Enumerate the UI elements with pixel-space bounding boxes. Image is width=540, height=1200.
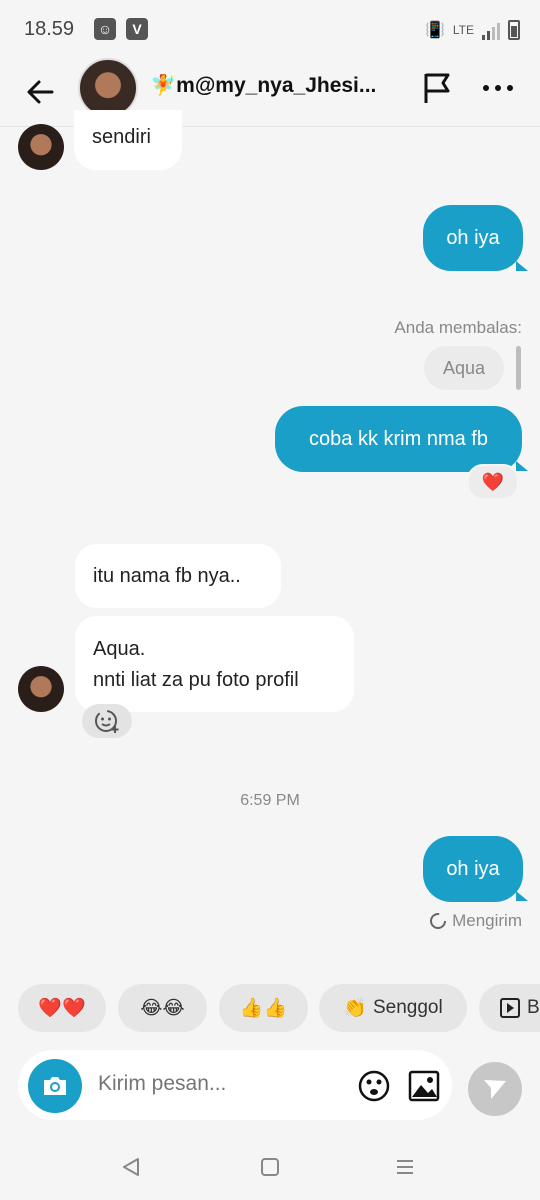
message-line: Aqua.	[93, 638, 146, 660]
status-icons: 📳 LTE	[425, 18, 520, 42]
v-app-notification-icon: V	[126, 18, 148, 40]
quick-reply-senggol[interactable]: 👏 Senggol	[319, 984, 467, 1032]
status-bar: 18.59 ☺ V 📳 LTE	[0, 0, 540, 58]
heart-reaction[interactable]: ❤️	[467, 464, 519, 500]
send-button[interactable]	[468, 1062, 522, 1116]
clap-icon: 👏	[343, 998, 367, 1019]
battery-icon	[508, 20, 520, 40]
sender-avatar[interactable]	[18, 124, 64, 170]
nav-home-icon[interactable]	[259, 1156, 281, 1178]
signal-icon	[482, 20, 500, 40]
image-icon[interactable]	[408, 1070, 440, 1102]
timestamp-separator: 6:59 PM	[240, 792, 300, 809]
chip-label: Senggol	[372, 997, 443, 1018]
quick-reply-hearts[interactable]: ❤️❤️	[18, 984, 106, 1032]
add-reaction-icon	[95, 710, 119, 733]
more-icon[interactable]	[480, 72, 516, 104]
sending-label: Mengirim	[452, 911, 522, 930]
flag-icon[interactable]	[420, 70, 456, 106]
status-time: 18.59	[24, 18, 75, 40]
reply-quote[interactable]: Aqua	[424, 346, 504, 390]
message-line: nnti liat za pu foto profil	[93, 669, 299, 691]
nav-menu-icon[interactable]	[394, 1156, 416, 1178]
message-composer	[18, 1050, 452, 1120]
network-type: LTE	[452, 23, 474, 37]
sending-status: Mengirim	[428, 911, 522, 931]
camera-button[interactable]	[28, 1059, 82, 1113]
reply-indicator-bar	[516, 346, 521, 390]
add-reaction-button[interactable]	[82, 704, 132, 738]
bubble-tail	[516, 261, 528, 271]
outgoing-message[interactable]: oh iya	[423, 205, 523, 271]
reply-label: Anda membalas:	[394, 318, 522, 337]
system-nav-bar	[0, 1136, 540, 1200]
quick-reply-video[interactable]: B	[479, 984, 540, 1032]
vibrate-icon: 📳	[424, 22, 445, 39]
bubble-tail	[516, 461, 528, 471]
bubble-tail	[516, 891, 528, 901]
incoming-message[interactable]: itu nama fb nya..	[75, 544, 281, 608]
incoming-message[interactable]: sendiri	[74, 110, 182, 170]
incoming-message[interactable]: Aqua. nnti liat za pu foto profil	[75, 616, 354, 712]
message-input[interactable]	[98, 1072, 348, 1096]
nav-back-icon[interactable]	[120, 1156, 142, 1178]
outgoing-message[interactable]: oh iya	[423, 836, 523, 902]
quick-reply-thumbs[interactable]: 👍👍	[219, 984, 308, 1032]
back-arrow-icon[interactable]	[22, 72, 62, 112]
send-icon	[484, 1080, 506, 1099]
contact-avatar[interactable]	[78, 58, 138, 118]
chat-title[interactable]: 🧚m@my_nya_Jhesi...	[150, 74, 405, 98]
profile-notification-icon: ☺	[94, 18, 116, 40]
sender-avatar[interactable]	[18, 666, 64, 712]
play-icon	[500, 998, 520, 1018]
loading-icon	[430, 913, 447, 929]
quick-reply-laugh[interactable]: 😂😂	[118, 984, 207, 1032]
outgoing-message[interactable]: coba kk krim nma fb	[275, 406, 522, 472]
chip-label: B	[527, 997, 540, 1018]
emoji-icon[interactable]	[358, 1070, 390, 1102]
camera-icon	[44, 1077, 66, 1095]
